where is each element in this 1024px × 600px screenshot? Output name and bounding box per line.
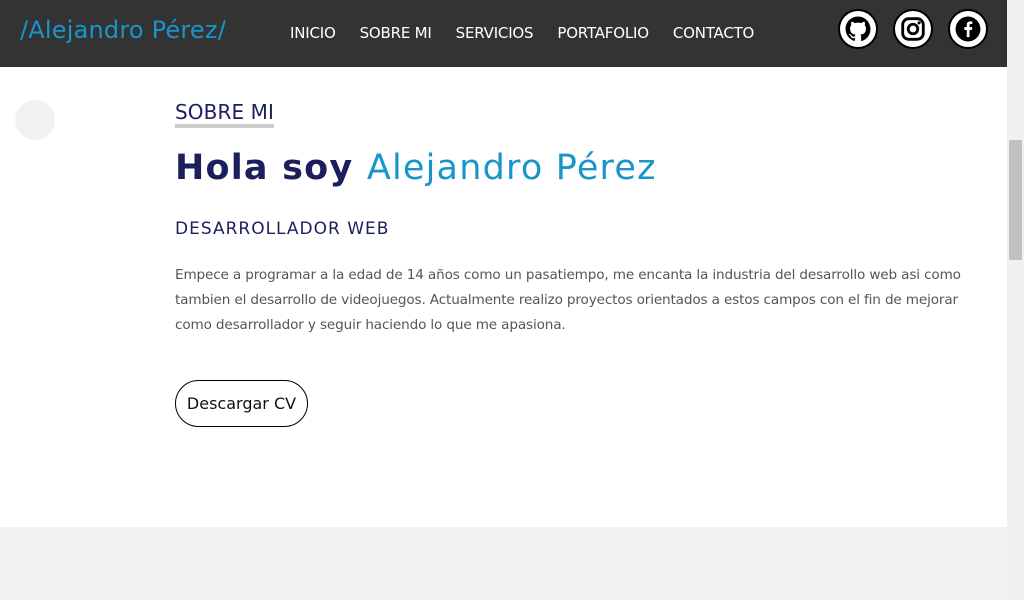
- nav-link-sobre-mi[interactable]: SOBRE MI: [360, 24, 432, 42]
- facebook-icon: [955, 16, 981, 42]
- github-icon: [845, 16, 871, 41]
- main-menu: INICIO SOBRE MI SERVICIOS PORTAFOLIO CON…: [290, 24, 778, 42]
- menu-item-portafolio: PORTAFOLIO: [557, 24, 672, 42]
- bio-paragraph: Empece a programar a la edad de 14 años …: [175, 267, 961, 333]
- scrollbar-track[interactable]: [1007, 0, 1024, 600]
- scrollbar-thumb[interactable]: [1009, 140, 1022, 260]
- section-label: SOBRE MI: [175, 100, 275, 128]
- menu-item-sobre-mi: SOBRE MI: [360, 24, 456, 42]
- instagram-link[interactable]: [893, 9, 933, 49]
- social-links: [838, 9, 988, 49]
- instagram-icon: [901, 17, 925, 41]
- download-cv-button[interactable]: Descargar CV: [175, 380, 308, 427]
- page-headline: Hola soy Alejandro Pérez: [175, 148, 657, 188]
- page: /Alejandro Pérez/ INICIO SOBRE MI SERVIC…: [0, 0, 1007, 600]
- next-section: [0, 527, 1007, 600]
- nav-link-contacto[interactable]: CONTACTO: [673, 24, 755, 42]
- site-logo[interactable]: /Alejandro Pérez/: [20, 16, 226, 44]
- github-link[interactable]: [838, 9, 878, 49]
- owner-name: Alejandro Pérez: [366, 148, 657, 188]
- menu-item-contacto: CONTACTO: [673, 24, 778, 42]
- top-navbar: /Alejandro Pérez/ INICIO SOBRE MI SERVIC…: [0, 0, 1007, 67]
- menu-item-servicios: SERVICIOS: [456, 24, 558, 42]
- nav-link-servicios[interactable]: SERVICIOS: [456, 24, 534, 42]
- decorative-circle: [15, 100, 55, 140]
- nav-link-portafolio[interactable]: PORTAFOLIO: [557, 24, 649, 42]
- greeting-text: Hola soy: [175, 148, 367, 188]
- menu-item-inicio: INICIO: [290, 24, 360, 42]
- facebook-link[interactable]: [948, 9, 988, 49]
- nav-link-inicio[interactable]: INICIO: [290, 24, 336, 42]
- job-title: DESARROLLADOR WEB: [175, 219, 390, 239]
